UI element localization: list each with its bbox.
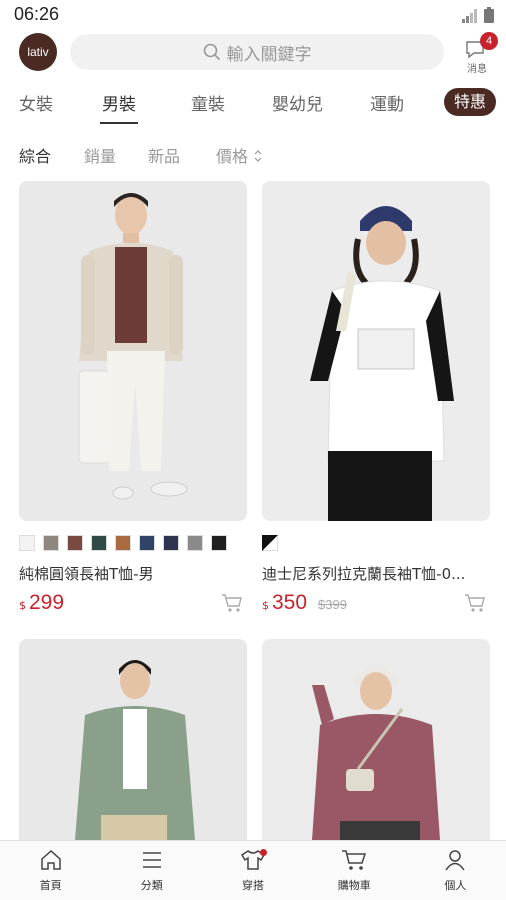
color-swatch[interactable] (91, 535, 107, 551)
product-image[interactable] (262, 181, 490, 521)
add-to-cart-icon[interactable] (464, 593, 486, 613)
color-swatch-blackwhite[interactable] (262, 535, 278, 551)
color-swatch[interactable] (115, 535, 131, 551)
menu-icon (142, 852, 161, 868)
nav-profile-label: 個人 (444, 879, 467, 892)
tab-sports[interactable]: 運動 (370, 90, 404, 115)
nav-home[interactable]: 首頁 (0, 841, 101, 900)
battery-icon (484, 7, 494, 23)
product-image[interactable] (19, 181, 247, 521)
product-name[interactable]: 迪士尼系列拉克蘭長袖T恤-0... (262, 563, 490, 584)
tab-special-offer[interactable]: 特惠 (444, 88, 496, 116)
product-image[interactable] (19, 639, 247, 840)
nav-category-label: 分類 (140, 879, 163, 892)
color-swatch[interactable] (211, 535, 227, 551)
bottom-nav: 首頁 分類 穿搭 購物車 個人 (0, 840, 506, 900)
product-card[interactable] (262, 639, 490, 840)
add-to-cart-icon[interactable] (221, 593, 243, 613)
color-swatch[interactable] (163, 535, 179, 551)
search-placeholder: 輸入關鍵字 (226, 44, 312, 65)
search-input[interactable]: 輸入關鍵字 (70, 34, 444, 70)
messages-button[interactable]: 4 消息 (460, 32, 498, 75)
tab-baby[interactable]: 嬰幼兒 (272, 90, 323, 115)
price-value: 350 (272, 591, 308, 614)
tab-kids[interactable]: 童裝 (191, 90, 225, 115)
product-card[interactable]: 純棉圓領長袖T恤-男 $ 299 (19, 181, 247, 621)
status-bar: 06:26 (0, 0, 506, 30)
model-figure (262, 639, 490, 840)
color-swatch[interactable] (187, 535, 203, 551)
sort-new[interactable]: 新品 (148, 143, 180, 167)
sort-arrows-icon (254, 150, 262, 162)
person-icon (445, 850, 466, 871)
nav-profile[interactable]: 個人 (405, 841, 506, 900)
active-tab-underline (100, 122, 138, 124)
original-price: $399 (318, 597, 347, 612)
sort-overall[interactable]: 綜合 (19, 143, 51, 167)
home-icon (40, 849, 61, 870)
sort-price-label: 價格 (216, 147, 249, 166)
messages-badge: 4 (480, 32, 498, 50)
color-swatch[interactable] (19, 535, 35, 551)
currency-symbol: $ (19, 599, 26, 612)
status-icons (462, 7, 494, 23)
product-price: $ 350 $399 (262, 591, 347, 615)
brand-logo[interactable]: lativ (19, 33, 57, 71)
color-swatch[interactable] (139, 535, 155, 551)
new-indicator-dot (260, 849, 268, 856)
search-icon (203, 43, 220, 61)
color-swatches (19, 535, 227, 551)
nav-outfit[interactable]: 穿搭 (202, 841, 303, 900)
category-tabs: 女裝 男裝 童裝 嬰幼兒 運動 特惠 (0, 84, 506, 124)
product-price: $ 299 (19, 591, 64, 615)
nav-category[interactable]: 分類 (101, 841, 202, 900)
messages-label: 消息 (467, 64, 487, 75)
product-image[interactable] (262, 639, 490, 840)
model-figure (19, 181, 247, 521)
color-swatch[interactable] (43, 535, 59, 551)
signal-icon (462, 9, 477, 23)
status-time: 06:26 (14, 4, 60, 24)
search-header: lativ 輸入關鍵字 4 消息 (0, 30, 506, 76)
product-name[interactable]: 純棉圓領長袖T恤-男 (19, 563, 247, 584)
nav-outfit-label: 穿搭 (242, 879, 264, 892)
product-card[interactable]: 迪士尼系列拉克蘭長袖T恤-0... $ 350 $399 (262, 181, 490, 621)
currency-symbol: $ (262, 599, 269, 612)
tab-women[interactable]: 女裝 (19, 90, 53, 115)
color-swatch[interactable] (67, 535, 83, 551)
product-card[interactable] (19, 639, 247, 840)
sort-bar: 綜合 銷量 新品 價格 (0, 140, 506, 168)
model-figure (262, 181, 490, 521)
sort-price[interactable]: 價格 (216, 143, 263, 167)
model-figure (19, 639, 247, 840)
cart-icon (342, 850, 367, 870)
nav-cart-label: 購物車 (337, 879, 371, 892)
nav-cart[interactable]: 購物車 (304, 841, 405, 900)
nav-home-label: 首頁 (39, 879, 62, 892)
price-value: 299 (29, 591, 65, 614)
tab-men[interactable]: 男裝 (102, 90, 136, 115)
sort-sales[interactable]: 銷量 (84, 143, 116, 167)
